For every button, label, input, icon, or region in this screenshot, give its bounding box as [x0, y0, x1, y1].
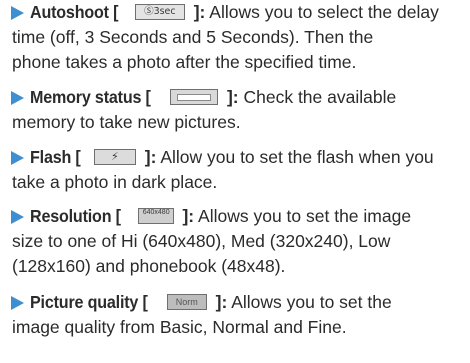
autoshoot-desc-1: Allows you to select the delay	[209, 2, 439, 22]
bullet-arrow-icon	[11, 91, 24, 105]
autoshoot-line-1: Autoshoot [ Ⓢ3sec ]: Allows you to selec…	[0, 0, 470, 25]
memory-title: Memory status [	[30, 87, 151, 107]
memory-line-1: Memory status [ ]: Check the available	[0, 85, 470, 110]
timer-icon: Ⓢ3sec	[134, 3, 185, 20]
quality-desc-1: Allows you to set the	[231, 292, 392, 312]
picture-quality-item: Picture quality [ Norm ]: Allows you to …	[0, 290, 470, 340]
flash-item: Flash [ ⚡ ]: Allow you to set the flash …	[0, 145, 470, 195]
autoshoot-desc-2: time (off, 3 Seconds and 5 Seconds). The…	[12, 27, 374, 47]
quality-title: Picture quality [	[30, 292, 148, 312]
quality-line-1: Picture quality [ Norm ]: Allows you to …	[0, 290, 470, 315]
autoshoot-desc-3: phone takes a photo after the specified …	[12, 52, 357, 72]
flash-line-1: Flash [ ⚡ ]: Allow you to set the flash …	[0, 145, 470, 170]
resolution-line-1: Resolution [ 640x480 ]: Allows you to se…	[0, 204, 470, 229]
resolution-icon: 640x480	[137, 207, 174, 224]
bullet-arrow-icon	[11, 6, 24, 20]
autoshoot-item: Autoshoot [ Ⓢ3sec ]: Allows you to selec…	[0, 0, 470, 75]
resolution-desc-3: (128x160) and phonebook (48x48).	[12, 256, 286, 276]
bullet-arrow-icon	[11, 151, 24, 165]
bullet-arrow-icon	[11, 210, 24, 224]
memory-bracket: ]:	[226, 87, 239, 107]
resolution-desc-2: size to one of Hi (640x480), Med (320x24…	[12, 231, 391, 251]
flash-icon: ⚡	[93, 148, 136, 165]
flash-desc-1: Allow you to set the flash when you	[160, 147, 434, 167]
flash-title: Flash [	[30, 147, 81, 167]
manual-page: Autoshoot [ Ⓢ3sec ]: Allows you to selec…	[0, 0, 470, 363]
autoshoot-bracket: ]:	[193, 2, 206, 22]
resolution-desc-1: Allows you to set the image	[198, 206, 412, 226]
resolution-item: Resolution [ 640x480 ]: Allows you to se…	[0, 204, 470, 279]
resolution-title: Resolution [	[30, 206, 121, 226]
memory-desc-1: Check the available	[243, 87, 397, 107]
quality-norm-icon: Norm	[166, 293, 207, 310]
memory-gauge-icon	[170, 88, 219, 105]
flash-desc-2: take a photo in dark place.	[12, 172, 218, 192]
bullet-arrow-icon	[11, 296, 24, 310]
memory-desc-2: memory to take new pictures.	[12, 112, 241, 132]
quality-desc-2: image quality from Basic, Normal and Fin…	[12, 317, 347, 337]
flash-bracket: ]:	[144, 147, 157, 167]
autoshoot-title: Autoshoot [	[30, 2, 119, 22]
resolution-bracket: ]:	[182, 206, 195, 226]
quality-bracket: ]:	[215, 292, 228, 312]
memory-status-item: Memory status [ ]: Check the available m…	[0, 85, 470, 135]
